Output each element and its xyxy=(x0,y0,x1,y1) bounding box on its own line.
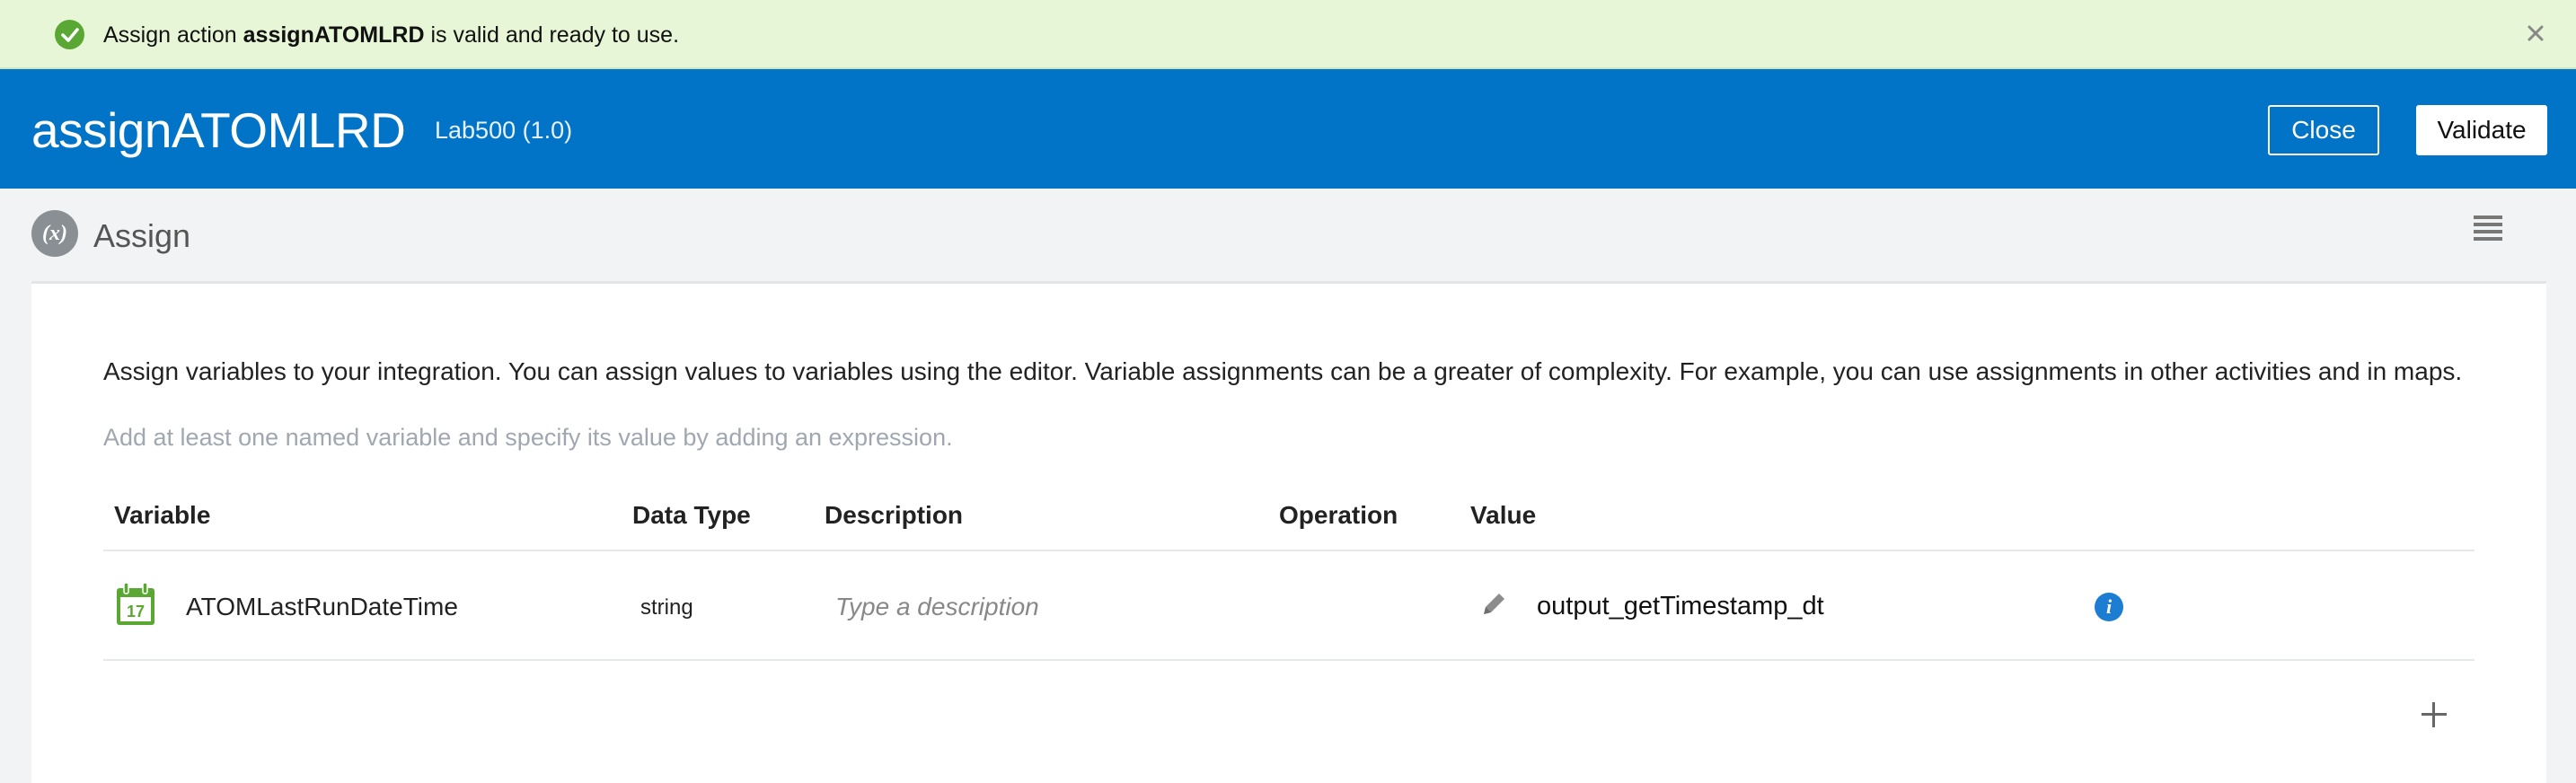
validate-button[interactable]: Validate xyxy=(2416,105,2547,155)
success-banner: Assign action assignATOMLRD is valid and… xyxy=(0,0,2576,69)
assign-hint: Add at least one named variable and spec… xyxy=(103,424,953,451)
page-header: assignATOMLRD Lab500 (1.0) Close Validat… xyxy=(0,69,2576,189)
assign-description: Assign variables to your integration. Yo… xyxy=(103,357,2463,385)
close-button[interactable]: Close xyxy=(2268,105,2379,155)
description-input[interactable] xyxy=(825,584,1247,630)
integration-version: Lab500 (1.0) xyxy=(435,117,573,144)
plus-icon[interactable] xyxy=(2418,699,2450,731)
banner-message: Assign action assignATOMLRD is valid and… xyxy=(103,22,679,48)
banner-action-name: assignATOMLRD xyxy=(243,22,425,48)
banner-message-prefix: Assign action xyxy=(103,22,243,48)
calendar-icon: 17 xyxy=(117,582,154,625)
column-header-data-type: Data Type xyxy=(632,501,751,529)
column-header-description: Description xyxy=(825,501,964,529)
check-circle-icon xyxy=(55,20,84,49)
variable-name: ATOMLastRunDateTime xyxy=(186,593,458,620)
assign-activity-icon: (x) xyxy=(31,210,78,257)
row-divider xyxy=(103,659,2475,661)
hamburger-menu-icon[interactable] xyxy=(2474,214,2502,242)
column-header-value: Value xyxy=(1470,501,1537,529)
column-header-operation: Operation xyxy=(1279,501,1398,529)
column-header-variable: Variable xyxy=(114,501,211,529)
page-title: assignATOMLRD xyxy=(31,102,406,158)
banner-message-suffix: is valid and ready to use. xyxy=(424,22,680,48)
value-expression[interactable]: output_getTimestamp_dt xyxy=(1537,592,1824,621)
close-icon[interactable] xyxy=(2522,20,2549,47)
header-divider xyxy=(103,550,2475,551)
pencil-icon[interactable] xyxy=(1478,589,1509,620)
activity-title: Assign xyxy=(93,217,191,254)
data-type: string xyxy=(640,595,693,620)
info-icon[interactable]: i xyxy=(2095,593,2123,621)
calendar-day: 17 xyxy=(127,603,145,620)
